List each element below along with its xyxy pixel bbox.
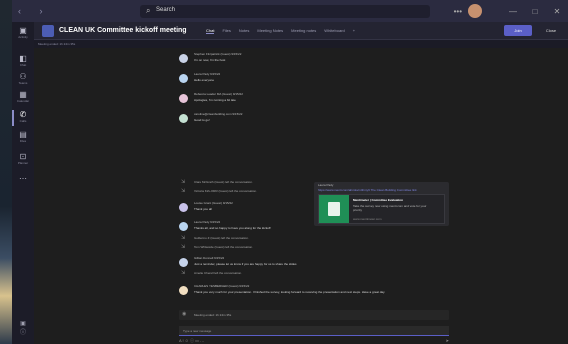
rail-chat[interactable]: ◧ Chat	[12, 52, 34, 72]
app-rail: ▣ Activity ◧ Chat ⚇ Teams ▦ Calendar ✆ Calls …	[12, 22, 34, 344]
meeting-avatar	[42, 25, 54, 37]
message-author: CHARLES YESBERGER (Guest) 9/15/22	[194, 284, 250, 288]
link-preview-card[interactable]: Mentimeter | Committee Evaluation Take t…	[318, 194, 445, 224]
meeting-ended-text: Meeting ended: 1h 24m 35s	[194, 313, 232, 317]
system-text: Guillermo Z (Guest) left the conversatio…	[194, 236, 249, 240]
link-preview-message: Laura Pady https://www.menti.com/al1mkvm…	[314, 182, 449, 226]
message-author: Laura Pady 9/15/22	[194, 220, 221, 224]
message-author: caroline@cleanbuilding.com 9/15/22	[194, 112, 243, 116]
message-text: Just a reminder, please let us know if y…	[194, 262, 297, 266]
preview-thumbnail	[319, 195, 349, 223]
preview-title: Mentimeter | Committee Evaluation	[353, 198, 404, 202]
leave-icon: ⇲	[181, 179, 186, 185]
rail-files[interactable]: ▤ Files	[12, 128, 34, 148]
message-text: Good to go!	[194, 118, 210, 122]
add-tab-button[interactable]: +	[353, 28, 355, 34]
planner-icon: ⊡	[19, 152, 27, 161]
avatar[interactable]	[179, 203, 188, 212]
card-url[interactable]: https://www.menti.com/al1mkvm4hmy9 The C…	[318, 188, 417, 192]
calls-icon: ✆	[19, 110, 27, 119]
search-icon: ⌕	[146, 6, 151, 15]
leave-icon: ⇲	[181, 270, 186, 276]
title-bar: ‹ › ⌕ Search ••• — □ ✕	[12, 0, 568, 22]
avatar[interactable]	[179, 74, 188, 83]
rail-activity[interactable]: ▣ Activity	[12, 24, 34, 44]
activity-icon: ▣	[19, 26, 27, 35]
page-title: CLEAN UK Committee kickoff meeting	[59, 27, 187, 34]
message-text: Thank you all	[194, 207, 212, 211]
more-options-icon[interactable]: •••	[454, 7, 462, 16]
message-text: Hello everyone	[194, 78, 215, 82]
compose-toolbar: A ! ☺ ⓘ ▭ ⋯ ➤	[179, 338, 449, 344]
message-author: Louise Grant (Guest) 9/15/22	[194, 201, 233, 205]
close-button[interactable]: Close	[540, 26, 562, 36]
meeting-tabs: Chat Files Notes Meeting Notes Meeting n…	[206, 28, 355, 34]
avatar[interactable]	[179, 286, 188, 295]
meeting-ended-notice: ◉ Meeting ended: 1h 24m 35s	[179, 310, 449, 320]
card-author: Laura Pady	[318, 183, 334, 187]
chat-icon: ◧	[19, 54, 27, 63]
message-author: Laura Pady 9/15/22	[194, 72, 221, 76]
calendar-icon: ▦	[19, 90, 27, 99]
avatar[interactable]	[179, 94, 188, 103]
leave-icon: ⇲	[181, 188, 186, 194]
tab-meeting-notes-2[interactable]: Meeting notes	[291, 28, 316, 34]
message-author: Stephen Fitzpatrick (Guest) 9/15/22	[194, 52, 242, 56]
message-text: Thank you very much for your presentatio…	[194, 290, 386, 294]
rail-calendar[interactable]: ▦ Calendar	[12, 88, 34, 108]
search-bar[interactable]: ⌕ Search	[140, 5, 430, 18]
close-window-button[interactable]: ✕	[546, 7, 568, 16]
meeting-status-strip: Meeting ended: 1h 24m 35s	[34, 40, 568, 48]
teams-icon: ⚇	[19, 72, 27, 81]
meeting-icon: ◉	[182, 311, 187, 317]
help-icon[interactable]: ⓘ	[12, 327, 34, 336]
tab-whiteboard[interactable]: Whiteboard	[324, 28, 344, 34]
message-text: Apologies, I'm running a bit late	[194, 98, 236, 102]
avatar[interactable]	[468, 4, 482, 18]
send-icon[interactable]: ➤	[446, 338, 449, 343]
rail-more[interactable]: ⋯	[12, 172, 34, 192]
teams-window: ‹ › ⌕ Search ••• — □ ✕ ▣ Activity ◧ Chat ⚇…	[0, 0, 568, 344]
tab-chat[interactable]: Chat	[206, 28, 215, 34]
rail-teams[interactable]: ⚇ Teams	[12, 70, 34, 90]
message-input[interactable]: Type a new message	[183, 329, 211, 333]
nav-arrows[interactable]: ‹ ›	[18, 6, 51, 16]
avatar[interactable]	[179, 222, 188, 231]
more-apps-icon: ⋯	[19, 174, 27, 183]
tab-meeting-notes[interactable]: Meeting Notes	[257, 28, 283, 34]
avatar[interactable]	[179, 258, 188, 267]
leave-icon: ⇲	[181, 235, 186, 241]
system-text: Amelie Cherell left the conversation.	[194, 271, 243, 275]
minimize-button[interactable]: —	[502, 7, 524, 16]
tab-notes[interactable]: Notes	[239, 28, 249, 34]
rail-planner[interactable]: ⊡ Planner	[12, 150, 34, 170]
desktop-background	[0, 0, 12, 344]
preview-description: Take the survey now using menti.com and …	[353, 204, 427, 212]
tab-files[interactable]: Files	[222, 28, 230, 34]
message-text: Thanks all, and so happy to have you alo…	[194, 226, 271, 230]
chat-pane: Stephen Fitzpatrick (Guest) 9/15/22 I'm o…	[34, 48, 568, 344]
apps-icon[interactable]: ▣	[12, 320, 34, 327]
avatar[interactable]	[179, 54, 188, 63]
system-text: Victoria Kirk-ORR (Guest) left the conve…	[194, 189, 257, 193]
compose-tools[interactable]: A ! ☺ ⓘ ▭ ⋯	[179, 338, 204, 343]
system-text: Clare McGrath (Guest) left the conversat…	[194, 180, 253, 184]
message-author: Gillian Donnell 9/15/22	[194, 256, 225, 260]
meeting-header: CLEAN UK Committee kickoff meeting Chat …	[34, 22, 568, 40]
titlebar-right: ••• — □ ✕	[454, 0, 568, 22]
compose-box[interactable]: Type a new message	[179, 326, 449, 336]
message-author: Rebecca Leader MA (Guest) 9/15/22	[194, 92, 243, 96]
message-text: I'm on now, I'm the host	[194, 58, 226, 62]
avatar[interactable]	[179, 114, 188, 123]
rail-calls[interactable]: ✆ Calls	[12, 108, 34, 128]
files-icon: ▤	[19, 130, 27, 139]
system-text: Tom Whiteside (Guest) left the conversat…	[194, 245, 254, 249]
maximize-button[interactable]: □	[524, 7, 546, 16]
leave-icon: ⇲	[181, 244, 186, 250]
join-button[interactable]: Join	[504, 25, 532, 36]
preview-link[interactable]: www.mentimeter.com	[353, 217, 382, 221]
search-input[interactable]: Search	[156, 7, 175, 13]
rail-bottom: ▣ ⓘ	[12, 320, 34, 344]
